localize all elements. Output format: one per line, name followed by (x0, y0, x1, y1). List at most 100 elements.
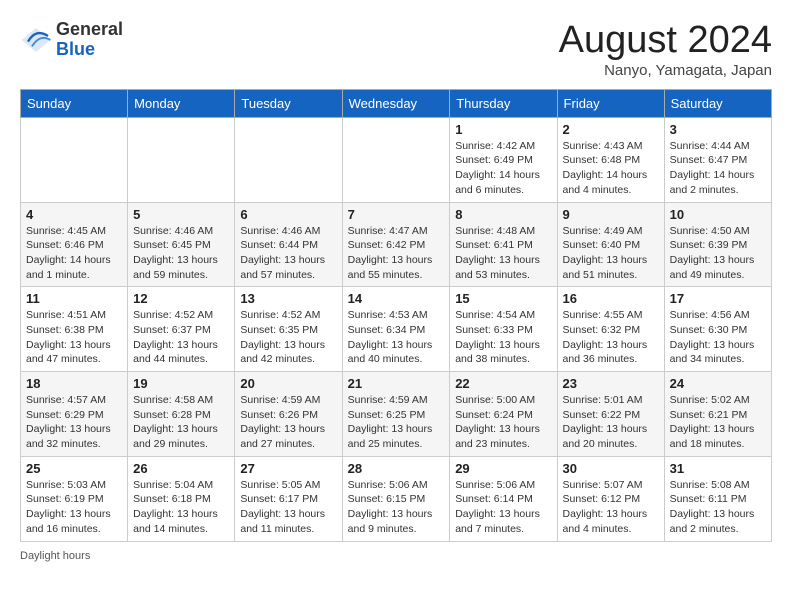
day-info: Sunrise: 5:06 AM Sunset: 6:15 PM Dayligh… (348, 478, 445, 537)
calendar-cell: 20Sunrise: 4:59 AM Sunset: 6:26 PM Dayli… (235, 372, 342, 457)
calendar-cell: 22 Sunrise: 5:00 AM Sunset: 6:24 PM Dayli… (450, 372, 557, 457)
calendar-week-3: 11Sunrise: 4:51 AM Sunset: 6:38 PM Dayli… (21, 287, 772, 372)
calendar-cell: 29Sunrise: 5:06 AM Sunset: 6:14 PM Dayli… (450, 456, 557, 541)
day-info: Sunrise: 4:56 AM Sunset: 6:30 PM Dayligh… (670, 308, 766, 367)
day-number: 8 (455, 207, 551, 222)
calendar-cell: 23 Sunrise: 5:01 AM Sunset: 6:22 PM Dayli… (557, 372, 664, 457)
calendar-cell (235, 117, 342, 202)
calendar-dow-monday: Monday (128, 89, 235, 117)
day-number: 17 (670, 291, 766, 306)
calendar-cell: 4 Sunrise: 4:45 AM Sunset: 6:46 PM Daylig… (21, 202, 128, 287)
day-info: Sunrise: 4:43 AM Sunset: 6:48 PM Dayligh… (563, 139, 659, 198)
day-number: 27 (240, 461, 336, 476)
day-number: 7 (348, 207, 445, 222)
day-info: Sunrise: 5:01 AM Sunset: 6:22 PM Dayligh… (563, 393, 659, 452)
day-number: 1 (455, 122, 551, 137)
calendar-cell: 7 Sunrise: 4:47 AM Sunset: 6:42 PM Daylig… (342, 202, 450, 287)
day-info: Sunrise: 4:55 AM Sunset: 6:32 PM Dayligh… (563, 308, 659, 367)
daylight-legend: Daylight hours (20, 550, 90, 562)
calendar-cell: 14 Sunrise: 4:53 AM Sunset: 6:34 PM Dayli… (342, 287, 450, 372)
calendar-cell: 11Sunrise: 4:51 AM Sunset: 6:38 PM Dayli… (21, 287, 128, 372)
calendar-cell: 5Sunrise: 4:46 AM Sunset: 6:45 PM Daylig… (128, 202, 235, 287)
day-number: 15 (455, 291, 551, 306)
day-number: 10 (670, 207, 766, 222)
calendar-cell (342, 117, 450, 202)
day-number: 5 (133, 207, 229, 222)
day-number: 16 (563, 291, 659, 306)
calendar-cell: 27 Sunrise: 5:05 AM Sunset: 6:17 PM Dayli… (235, 456, 342, 541)
calendar-table: SundayMondayTuesdayWednesdayThursdayFrid… (20, 89, 772, 542)
calendar-cell: 13 Sunrise: 4:52 AM Sunset: 6:35 PM Dayli… (235, 287, 342, 372)
day-info: Sunrise: 4:50 AM Sunset: 6:39 PM Dayligh… (670, 224, 766, 283)
day-number: 23 (563, 376, 659, 391)
page-header: General Blue August 2024 Nanyo, Yamagata… (20, 20, 772, 79)
day-number: 25 (26, 461, 122, 476)
day-number: 19 (133, 376, 229, 391)
calendar-week-1: 1 Sunrise: 4:42 AM Sunset: 6:49 PM Daylig… (21, 117, 772, 202)
calendar-cell: 12 Sunrise: 4:52 AM Sunset: 6:37 PM Dayli… (128, 287, 235, 372)
logo: General Blue (20, 20, 123, 60)
calendar-cell: 15 Sunrise: 4:54 AM Sunset: 6:33 PM Dayli… (450, 287, 557, 372)
day-info: Sunrise: 4:48 AM Sunset: 6:41 PM Dayligh… (455, 224, 551, 283)
calendar-cell (21, 117, 128, 202)
calendar-cell: 19 Sunrise: 4:58 AM Sunset: 6:28 PM Dayli… (128, 372, 235, 457)
day-number: 18 (26, 376, 122, 391)
calendar-dow-wednesday: Wednesday (342, 89, 450, 117)
title-block: August 2024 Nanyo, Yamagata, Japan (559, 20, 772, 79)
calendar-week-5: 25 Sunrise: 5:03 AM Sunset: 6:19 PM Dayli… (21, 456, 772, 541)
calendar-dow-thursday: Thursday (450, 89, 557, 117)
day-number: 4 (26, 207, 122, 222)
day-info: Sunrise: 4:47 AM Sunset: 6:42 PM Dayligh… (348, 224, 445, 283)
logo-general: General (56, 19, 123, 39)
day-info: Sunrise: 4:49 AM Sunset: 6:40 PM Dayligh… (563, 224, 659, 283)
calendar-cell (128, 117, 235, 202)
month-title: August 2024 (559, 20, 772, 62)
calendar-cell: 10 Sunrise: 4:50 AM Sunset: 6:39 PM Dayli… (664, 202, 771, 287)
day-number: 9 (563, 207, 659, 222)
day-info: Sunrise: 4:45 AM Sunset: 6:46 PM Dayligh… (26, 224, 122, 283)
calendar-dow-saturday: Saturday (664, 89, 771, 117)
day-number: 30 (563, 461, 659, 476)
calendar-cell: 16 Sunrise: 4:55 AM Sunset: 6:32 PM Dayli… (557, 287, 664, 372)
calendar-header-row: SundayMondayTuesdayWednesdayThursdayFrid… (21, 89, 772, 117)
calendar-cell: 8 Sunrise: 4:48 AM Sunset: 6:41 PM Daylig… (450, 202, 557, 287)
day-number: 22 (455, 376, 551, 391)
day-info: Sunrise: 4:51 AM Sunset: 6:38 PM Dayligh… (26, 308, 122, 367)
day-info: Sunrise: 4:52 AM Sunset: 6:37 PM Dayligh… (133, 308, 229, 367)
calendar-cell: 1 Sunrise: 4:42 AM Sunset: 6:49 PM Daylig… (450, 117, 557, 202)
logo-blue-text: Blue (56, 39, 95, 59)
day-info: Sunrise: 5:04 AM Sunset: 6:18 PM Dayligh… (133, 478, 229, 537)
calendar-week-2: 4 Sunrise: 4:45 AM Sunset: 6:46 PM Daylig… (21, 202, 772, 287)
day-info: Sunrise: 5:05 AM Sunset: 6:17 PM Dayligh… (240, 478, 336, 537)
day-number: 31 (670, 461, 766, 476)
calendar-cell: 18Sunrise: 4:57 AM Sunset: 6:29 PM Dayli… (21, 372, 128, 457)
day-number: 13 (240, 291, 336, 306)
calendar-week-4: 18Sunrise: 4:57 AM Sunset: 6:29 PM Dayli… (21, 372, 772, 457)
logo-text: General Blue (56, 20, 123, 60)
calendar-cell: 30Sunrise: 5:07 AM Sunset: 6:12 PM Dayli… (557, 456, 664, 541)
day-number: 6 (240, 207, 336, 222)
day-info: Sunrise: 4:58 AM Sunset: 6:28 PM Dayligh… (133, 393, 229, 452)
day-info: Sunrise: 4:42 AM Sunset: 6:49 PM Dayligh… (455, 139, 551, 198)
day-number: 14 (348, 291, 445, 306)
day-info: Sunrise: 4:44 AM Sunset: 6:47 PM Dayligh… (670, 139, 766, 198)
day-info: Sunrise: 4:53 AM Sunset: 6:34 PM Dayligh… (348, 308, 445, 367)
day-number: 29 (455, 461, 551, 476)
day-info: Sunrise: 5:03 AM Sunset: 6:19 PM Dayligh… (26, 478, 122, 537)
location: Nanyo, Yamagata, Japan (559, 62, 772, 79)
day-info: Sunrise: 4:54 AM Sunset: 6:33 PM Dayligh… (455, 308, 551, 367)
day-info: Sunrise: 4:59 AM Sunset: 6:25 PM Dayligh… (348, 393, 445, 452)
day-number: 24 (670, 376, 766, 391)
day-info: Sunrise: 4:52 AM Sunset: 6:35 PM Dayligh… (240, 308, 336, 367)
day-info: Sunrise: 4:46 AM Sunset: 6:44 PM Dayligh… (240, 224, 336, 283)
calendar-cell: 6 Sunrise: 4:46 AM Sunset: 6:44 PM Daylig… (235, 202, 342, 287)
day-info: Sunrise: 5:00 AM Sunset: 6:24 PM Dayligh… (455, 393, 551, 452)
calendar-cell: 24Sunrise: 5:02 AM Sunset: 6:21 PM Dayli… (664, 372, 771, 457)
calendar-cell: 2Sunrise: 4:43 AM Sunset: 6:48 PM Daylig… (557, 117, 664, 202)
calendar-cell: 3Sunrise: 4:44 AM Sunset: 6:47 PM Daylig… (664, 117, 771, 202)
day-number: 21 (348, 376, 445, 391)
calendar-dow-tuesday: Tuesday (235, 89, 342, 117)
day-info: Sunrise: 5:08 AM Sunset: 6:11 PM Dayligh… (670, 478, 766, 537)
day-info: Sunrise: 4:59 AM Sunset: 6:26 PM Dayligh… (240, 393, 336, 452)
day-number: 12 (133, 291, 229, 306)
